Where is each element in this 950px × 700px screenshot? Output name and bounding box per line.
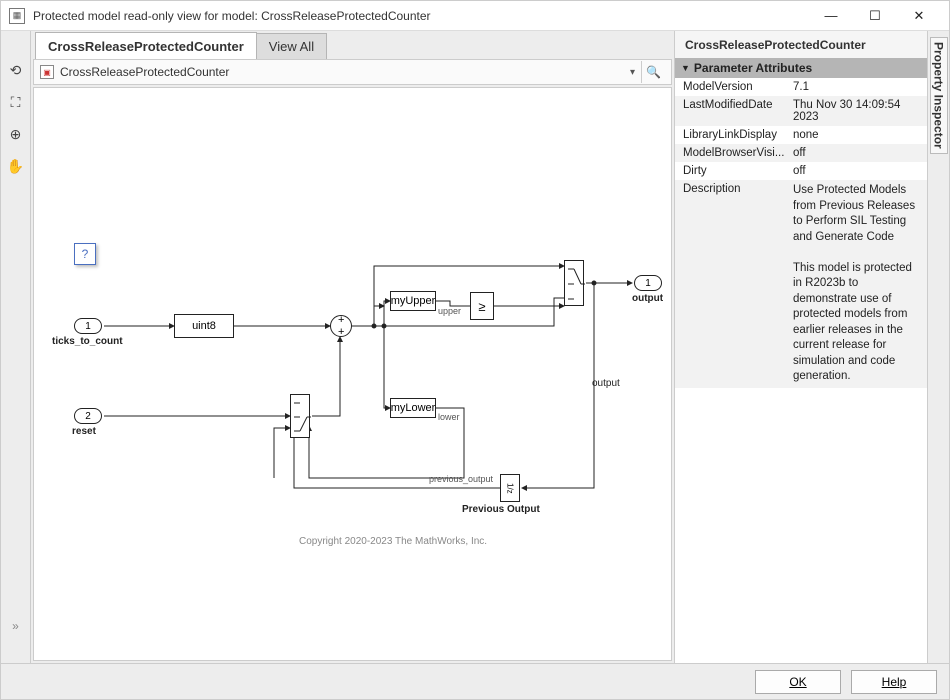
inport-reset[interactable]: 2 xyxy=(74,408,102,424)
nav-back-icon[interactable]: ⟲ xyxy=(7,61,25,79)
signal-output-label: output xyxy=(592,378,620,389)
footer-bar: OK Help xyxy=(1,663,949,699)
prop-library-link: LibraryLinkDisplay none xyxy=(675,126,927,144)
inport-ticks-label: ticks_to_count xyxy=(52,336,123,347)
close-button[interactable]: ✕ xyxy=(897,2,941,30)
minimize-button[interactable]: — xyxy=(809,2,853,30)
property-inspector-tab[interactable]: Property Inspector xyxy=(930,37,948,154)
prop-last-modified: LastModifiedDate Thu Nov 30 14:09:54 202… xyxy=(675,96,927,126)
inspector-section-header[interactable]: ▼ Parameter Attributes xyxy=(675,58,927,78)
tab-viewall-label: View All xyxy=(269,39,314,54)
breadcrumb-bar: ▣ CrossReleaseProtectedCounter ▾ 🔍 xyxy=(33,59,672,85)
tab-model[interactable]: CrossReleaseProtectedCounter xyxy=(35,32,257,59)
diagram-canvas[interactable]: ? 1 ticks_to_count uint8 myUpper upper ≥ xyxy=(33,87,672,661)
diagram-wires xyxy=(34,88,672,661)
maximize-button[interactable]: ☐ xyxy=(853,2,897,30)
side-tab-strip: Property Inspector xyxy=(927,31,949,663)
inport-reset-label: reset xyxy=(72,426,96,437)
expand-toolbar-icon[interactable]: » xyxy=(12,619,19,663)
help-block[interactable]: ? xyxy=(74,243,96,265)
switch-block[interactable] xyxy=(564,260,584,306)
window-title: Protected model read-only view for model… xyxy=(33,9,809,23)
uint8-block[interactable]: uint8 xyxy=(174,314,234,338)
prev-signal-label: previous_output xyxy=(429,474,493,484)
compare-block[interactable]: ≥ xyxy=(470,292,494,320)
outport-label: output xyxy=(632,293,663,304)
fit-view-icon[interactable]: ⛶ xyxy=(7,93,25,111)
center-column: CrossReleaseProtectedCounter View All ▣ … xyxy=(31,31,674,663)
mylower-block[interactable]: myLower xyxy=(390,398,436,418)
pan-icon[interactable]: ✋ xyxy=(7,157,25,175)
prop-dirty: Dirty off xyxy=(675,162,927,180)
ok-button[interactable]: OK xyxy=(755,670,841,694)
sum-block[interactable] xyxy=(330,315,352,337)
outport-output[interactable]: 1 xyxy=(634,275,662,291)
prop-model-browser: ModelBrowserVisi... off xyxy=(675,144,927,162)
upper-tag: upper xyxy=(438,306,461,316)
section-collapse-icon: ▼ xyxy=(681,63,690,73)
switch-reset-block[interactable] xyxy=(290,394,310,438)
prev-output-label: Previous Output xyxy=(462,504,540,515)
breadcrumb-dropdown-icon[interactable]: ▾ xyxy=(630,67,635,78)
left-toolbar: ⟲ ⛶ ⊕ ✋ » xyxy=(1,31,31,663)
main-row: ⟲ ⛶ ⊕ ✋ » CrossReleaseProtectedCounter V… xyxy=(1,31,949,663)
inport-ticks[interactable]: 1 xyxy=(74,318,102,334)
section-title: Parameter Attributes xyxy=(694,61,812,75)
property-inspector-panel: CrossReleaseProtectedCounter ▼ Parameter… xyxy=(674,31,927,663)
lower-tag: lower xyxy=(438,412,460,422)
tab-model-label: CrossReleaseProtectedCounter xyxy=(48,39,244,54)
tab-row: CrossReleaseProtectedCounter View All xyxy=(31,31,674,59)
unit-delay-block[interactable]: 1/z xyxy=(500,474,520,502)
myupper-block[interactable]: myUpper xyxy=(390,291,436,311)
inspector-title: CrossReleaseProtectedCounter xyxy=(675,31,927,58)
app-icon: ▦ xyxy=(9,8,25,24)
prop-model-version: ModelVersion 7.1 xyxy=(675,78,927,96)
help-button[interactable]: Help xyxy=(851,670,937,694)
breadcrumb-text[interactable]: CrossReleaseProtectedCounter xyxy=(60,65,630,79)
search-icon[interactable]: 🔍 xyxy=(641,61,665,83)
copyright-text: Copyright 2020-2023 The MathWorks, Inc. xyxy=(299,536,487,547)
title-bar: ▦ Protected model read-only view for mod… xyxy=(1,1,949,31)
zoom-icon[interactable]: ⊕ xyxy=(7,125,25,143)
prop-description: Description Use Protected Models from Pr… xyxy=(675,180,927,388)
model-icon: ▣ xyxy=(40,65,54,79)
tab-viewall[interactable]: View All xyxy=(256,33,327,59)
